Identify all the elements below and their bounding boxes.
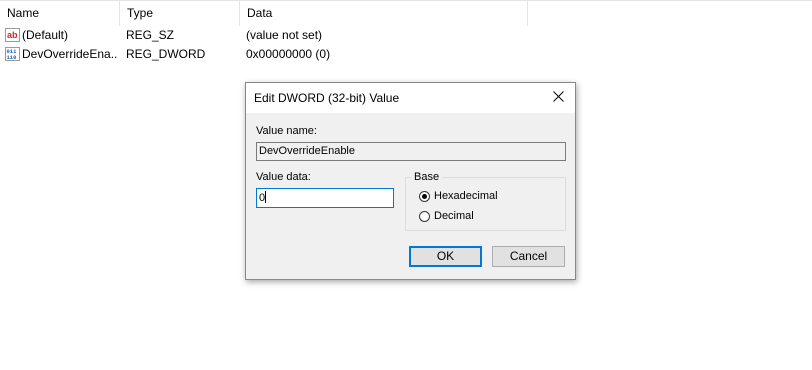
dialog-titlebar[interactable]: Edit DWORD (32-bit) Value [246,83,575,113]
base-label: Base [411,170,443,184]
value-name: (Default) [22,28,69,42]
value-data: 0x00000000 (0) [246,47,331,61]
value-name-label: Value name: [256,125,317,137]
value-type: REG_DWORD [126,47,206,61]
column-header-type[interactable]: Type [120,1,240,26]
string-value-icon: ab [5,28,20,42]
value-data-input[interactable]: 0 [256,188,394,208]
value-type: REG_SZ [126,28,175,42]
ok-button[interactable]: OK [409,246,482,267]
close-icon [552,91,564,105]
list-item-devoverrideenable[interactable]: 011 110 DevOverrideEna... REG_DWORD 0x00… [0,45,528,64]
dialog-title: Edit DWORD (32-bit) Value [254,91,400,105]
value-name-field: DevOverrideEnable [256,142,566,161]
binary-value-icon: 011 110 [5,47,20,61]
list-item-default[interactable]: ab (Default) REG_SZ (value not set) [0,26,528,45]
svg-text:110: 110 [7,54,17,61]
column-header-name[interactable]: Name [0,1,120,26]
close-button[interactable] [541,83,575,113]
svg-text:ab: ab [7,30,18,40]
value-name: DevOverrideEna... [22,47,118,61]
cancel-button[interactable]: Cancel [492,246,565,267]
column-header-data[interactable]: Data [240,1,528,26]
value-data-label: Value data: [256,171,311,183]
radio-button-checked[interactable] [419,190,430,202]
radio-hexadecimal[interactable]: Hexadecimal [419,188,498,204]
radio-label-decimal: Decimal [434,210,474,222]
radio-button-unchecked[interactable] [419,210,430,222]
radio-decimal[interactable]: Decimal [419,208,474,224]
radio-label-hexadecimal: Hexadecimal [434,190,498,202]
value-data: (value not set) [246,28,323,42]
text-caret [265,191,267,203]
edit-dword-dialog: Edit DWORD (32-bit) Value Value name: De… [245,82,576,280]
